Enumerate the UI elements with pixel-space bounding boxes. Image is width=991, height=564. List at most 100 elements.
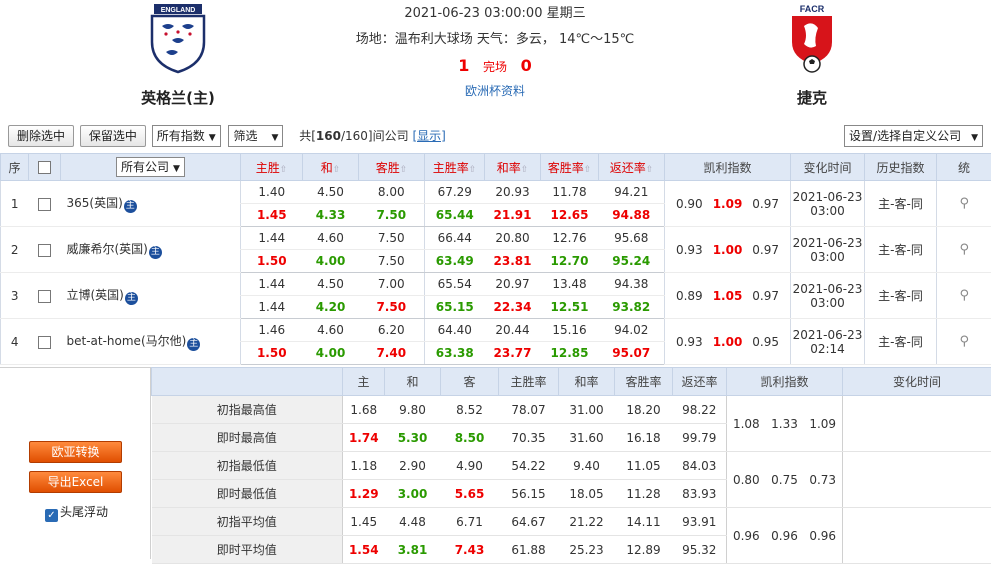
summary-value: 3.00 [385,480,441,508]
row-kelly: 0.931.000.95 [665,319,791,365]
row-history-link[interactable]: 主-客-同 [865,227,937,273]
show-link[interactable]: [显示] [412,129,445,143]
summary-col-kelly: 凯利指数 [727,368,843,396]
summary-label: 初指最低值 [152,452,343,480]
summary-value: 5.65 [441,480,499,508]
live-odds-cell: 65.15 [425,296,485,319]
summary-value: 54.22 [499,452,559,480]
summary-kelly: 1.08 1.33 1.09 [727,396,843,452]
company-name[interactable]: bet-at-home(马尔他) [67,334,187,348]
filter-select[interactable]: 筛选▼ [228,125,283,147]
summary-value: 95.32 [673,536,727,564]
summary-value: 9.40 [559,452,615,480]
summary-value: 12.89 [615,536,673,564]
select-all-checkbox[interactable] [38,161,51,174]
live-odds-cell: 21.91 [485,204,541,227]
summary-col-draw-rate: 和率 [559,368,615,396]
col-select-all[interactable] [29,154,61,181]
table-row: 4 bet-at-home(马尔他)主1.464.606.2064.4020.4… [1,319,991,342]
summary-label: 即时最低值 [152,480,343,508]
col-company[interactable]: 所有公司▼ [61,154,241,181]
summary-value: 1.54 [343,536,385,564]
head-tail-float-toggle[interactable]: ✓头尾浮动 [45,503,108,522]
col-home-win[interactable]: 主胜⇧ [241,154,303,181]
summary-row: 初指最低值1.182.904.9054.229.4011.0584.030.80… [152,452,991,480]
col-kelly: 凯利指数 [665,154,791,181]
delete-selected-button[interactable]: 删除选中 [8,125,74,147]
col-draw[interactable]: 和⇧ [303,154,359,181]
search-icon[interactable]: ⚲ [959,242,969,257]
search-icon[interactable]: ⚲ [959,196,969,211]
col-return-rate[interactable]: 返还率⇧ [599,154,665,181]
col-draw-rate[interactable]: 和率⇧ [485,154,541,181]
summary-value: 9.80 [385,396,441,424]
live-odds-cell: 7.50 [359,296,425,319]
init-odds-cell: 20.97 [485,273,541,296]
live-odds-cell: 1.50 [241,250,303,273]
row-company[interactable]: 365(英国)主 [61,181,241,227]
col-home-rate[interactable]: 主胜率⇧ [425,154,485,181]
live-odds-cell: 1.44 [241,296,303,319]
row-select[interactable] [29,227,61,273]
init-odds-cell: 4.50 [303,181,359,204]
row-select[interactable] [29,181,61,227]
init-odds-cell: 6.20 [359,319,425,342]
summary-value: 4.90 [441,452,499,480]
row-change-time: 2021-06-2303:00 [791,181,865,227]
euro-info-link[interactable]: 欧洲杯资料 [320,82,670,99]
row-company[interactable]: 威廉希尔(英国)主 [61,227,241,273]
summary-value: 31.60 [559,424,615,452]
row-select[interactable] [29,319,61,365]
export-excel-button[interactable]: 导出Excel [29,471,122,493]
row-magnifier[interactable]: ⚲ [937,227,991,273]
row-company[interactable]: bet-at-home(马尔他)主 [61,319,241,365]
checkbox-checked-icon[interactable]: ✓ [45,509,58,522]
company-name[interactable]: 365(英国) [67,196,123,210]
custom-company-select[interactable]: 设置/选择自定义公司▼ [844,125,983,147]
row-company[interactable]: 立博(英国)主 [61,273,241,319]
row-select[interactable] [29,273,61,319]
euro-asia-convert-button[interactable]: 欧亚转换 [29,441,122,463]
toolbar: 删除选中 保留选中 所有指数▼ 筛选▼ 共[160/160]间公司 [显示] 设… [8,125,983,149]
sort-icon: ⇧ [469,165,477,175]
row-change-time: 2021-06-2303:00 [791,227,865,273]
row-change-time: 2021-06-2303:00 [791,273,865,319]
search-icon[interactable]: ⚲ [959,288,969,303]
row-checkbox[interactable] [38,198,51,211]
row-magnifier[interactable]: ⚲ [937,181,991,227]
summary-change-time [843,396,991,452]
keep-selected-button[interactable]: 保留选中 [80,125,146,147]
row-checkbox[interactable] [38,336,51,349]
live-odds-cell: 12.85 [541,342,599,365]
init-odds-cell: 95.68 [599,227,665,250]
summary-value: 56.15 [499,480,559,508]
row-history-link[interactable]: 主-客-同 [865,181,937,227]
row-checkbox[interactable] [38,244,51,257]
live-odds-cell: 4.33 [303,204,359,227]
live-odds-cell: 12.70 [541,250,599,273]
live-odds-cell: 63.49 [425,250,485,273]
home-team[interactable]: ENGLAND 英格兰(主) [118,2,238,108]
row-history-link[interactable]: 主-客-同 [865,319,937,365]
row-magnifier[interactable]: ⚲ [937,319,991,365]
row-history-link[interactable]: 主-客-同 [865,273,937,319]
search-icon[interactable]: ⚲ [959,334,969,349]
summary-value: 1.45 [343,508,385,536]
summary-col-away: 客 [441,368,499,396]
summary-col-home-rate: 主胜率 [499,368,559,396]
row-magnifier[interactable]: ⚲ [937,273,991,319]
live-odds-cell: 4.00 [303,250,359,273]
col-away-rate[interactable]: 客胜率⇧ [541,154,599,181]
live-odds-cell: 63.38 [425,342,485,365]
company-select[interactable]: 所有公司▼ [116,157,185,177]
summary-value: 8.50 [441,424,499,452]
index-select[interactable]: 所有指数▼ [152,125,221,147]
company-name[interactable]: 立博(英国) [67,288,124,302]
row-seq: 3 [1,273,29,319]
company-count: 共[160/160]间公司 [显示] [299,125,446,147]
col-away-win[interactable]: 客胜⇧ [359,154,425,181]
company-name[interactable]: 威廉希尔(英国) [67,242,148,256]
row-change-time: 2021-06-2302:14 [791,319,865,365]
away-team[interactable]: FACR 捷克 [752,2,872,108]
row-checkbox[interactable] [38,290,51,303]
